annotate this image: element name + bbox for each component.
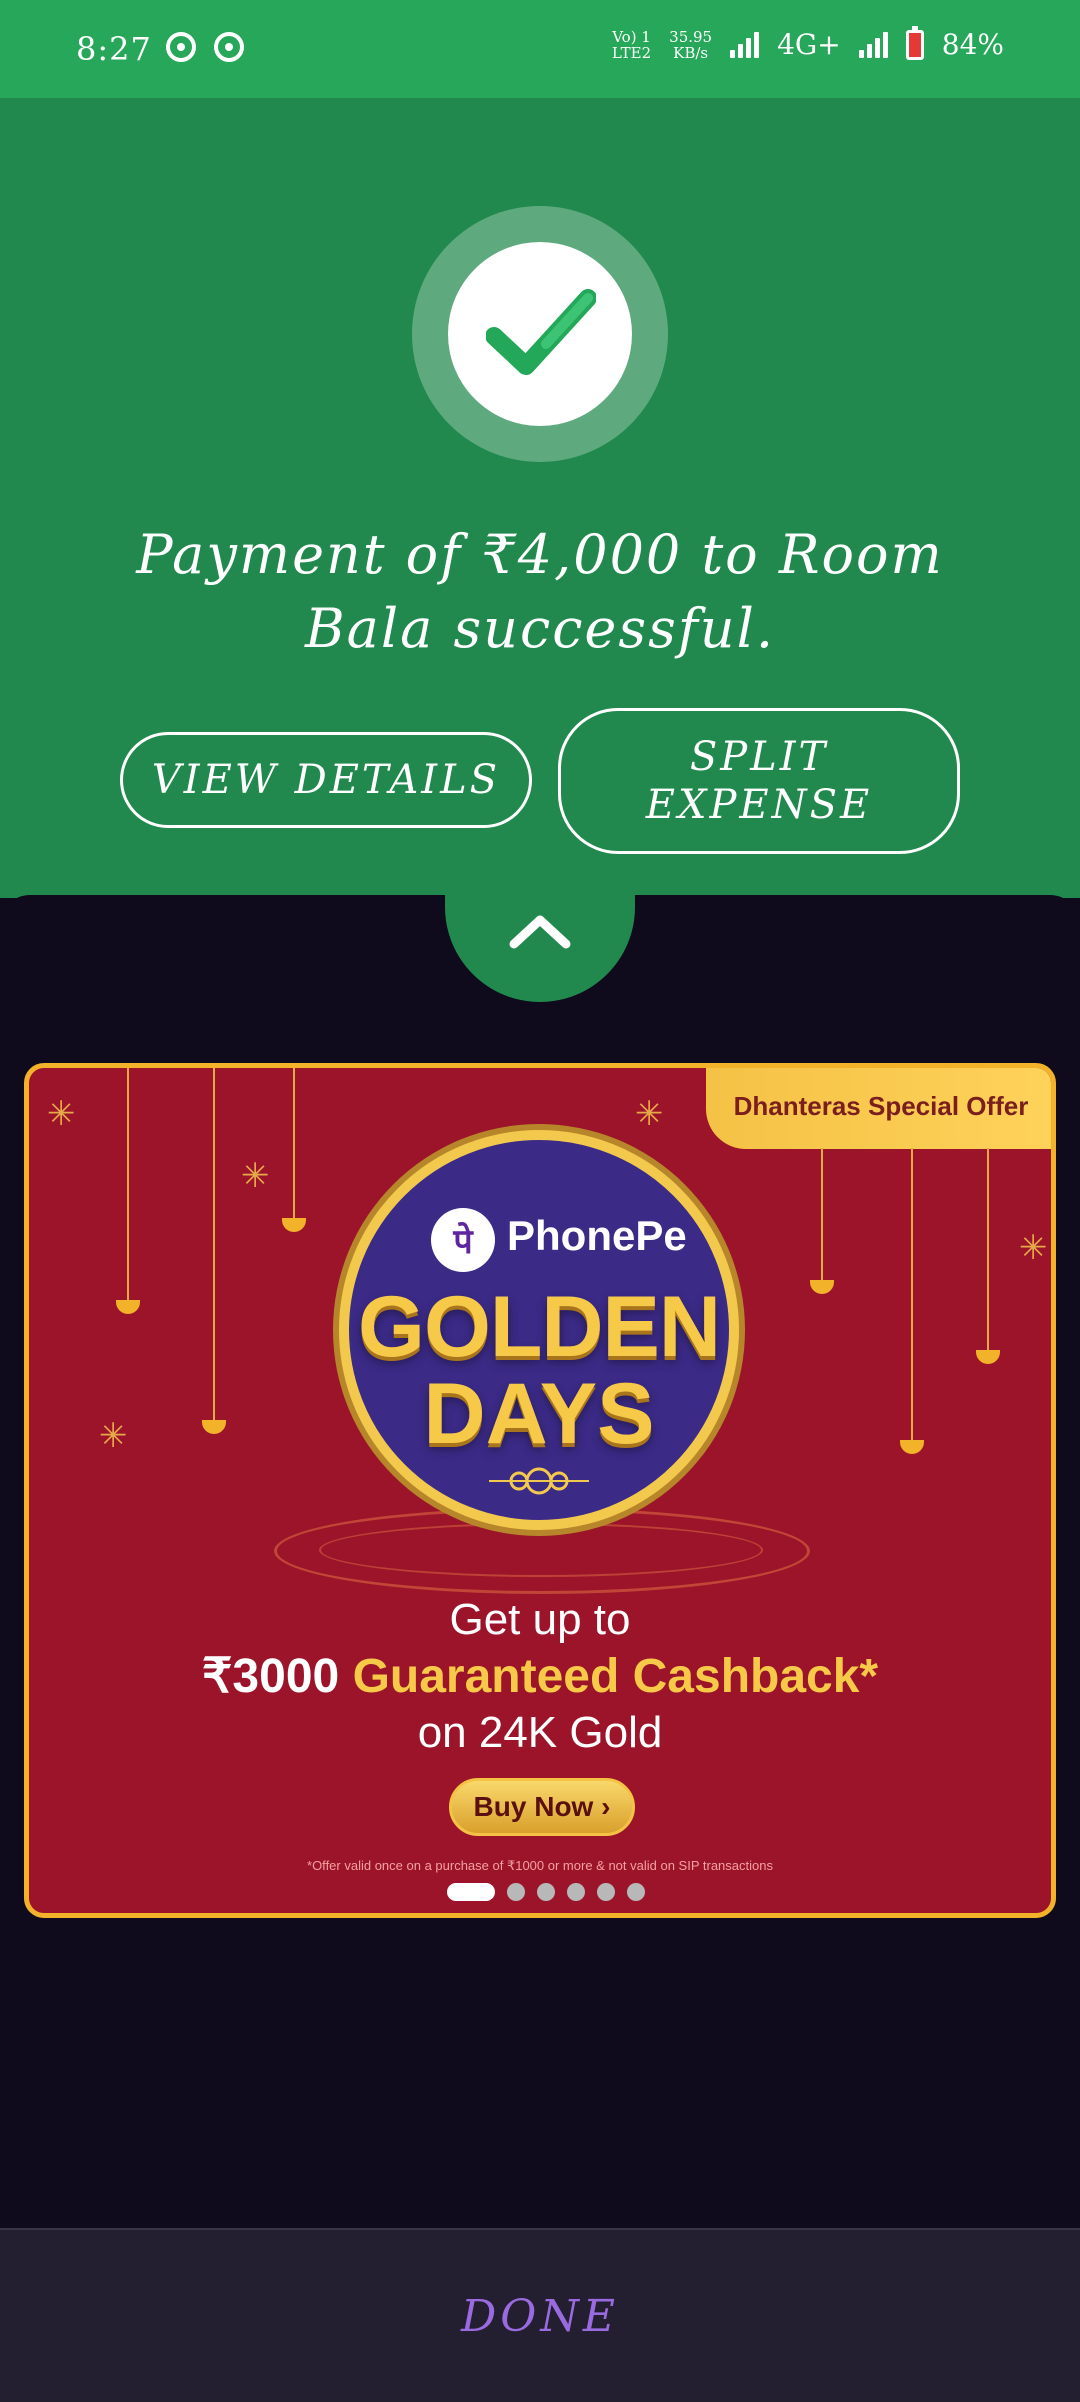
hanging-lamp-decoration <box>282 1068 306 1232</box>
payment-success-section: Payment of ₹4,000 to Room Bala successfu… <box>0 98 1080 898</box>
status-time: 8:27 <box>76 30 152 68</box>
carousel-dot-active[interactable] <box>447 1883 495 1901</box>
promo-title-line1: GOLDEN <box>358 1279 721 1375</box>
carousel-dot[interactable] <box>507 1883 525 1901</box>
signal-icon-2 <box>858 31 888 58</box>
check-circle <box>448 242 632 426</box>
sparkle-icon: ✳ <box>241 1156 270 1196</box>
offer-line-2: ₹3000 Guaranteed Cashback* <box>29 1648 1051 1704</box>
status-bar: 8:27 Vo) 1 LTE2 35.95 KB/s 4G+ 84% <box>0 0 1080 98</box>
network-speed-unit: KB/s <box>673 43 709 62</box>
offer-fine-print: *Offer valid once on a purchase of ₹1000… <box>307 1858 773 1873</box>
checkmark-icon <box>486 289 596 375</box>
buy-now-button[interactable]: Buy Now › <box>449 1778 635 1836</box>
golden-days-medallion: पे PhonePe GOLDEN DAYS <box>339 1130 739 1530</box>
promo-title-line2: DAYS <box>423 1366 655 1462</box>
volte-indicator: Vo) 1 LTE2 <box>611 27 652 62</box>
network-speed: 35.95 KB/s <box>669 29 712 61</box>
view-details-button[interactable]: VIEW DETAILS <box>120 732 532 828</box>
bottom-bar: DONE <box>0 2228 1080 2402</box>
battery-icon <box>905 25 924 60</box>
carousel-dot[interactable] <box>627 1883 645 1901</box>
battery-percent: 84% <box>941 28 1004 61</box>
chrome-notification-icon <box>166 32 196 62</box>
offer-line-1: Get up to <box>449 1595 631 1644</box>
carousel-dot[interactable] <box>537 1883 555 1901</box>
carousel-dot[interactable] <box>567 1883 585 1901</box>
signal-icon <box>730 31 760 58</box>
offer-line-3: on 24K Gold <box>417 1708 663 1757</box>
promo-banner[interactable]: Dhanteras Special Offer ✳ ✳ ✳ ✳ ✳ पे Pho… <box>24 1063 1056 1918</box>
sparkle-icon: ✳ <box>47 1094 76 1134</box>
sparkle-icon: ✳ <box>635 1094 664 1134</box>
hanging-lamp-decoration <box>976 1148 1000 1364</box>
sparkle-icon: ✳ <box>1019 1228 1048 1268</box>
hanging-lamp-decoration <box>202 1068 226 1434</box>
offer-tag: Dhanteras Special Offer <box>706 1068 1051 1149</box>
split-expense-button[interactable]: SPLIT EXPENSE <box>558 708 960 854</box>
mandala-ornament-icon <box>489 1467 589 1495</box>
carousel-indicator <box>447 1883 645 1901</box>
cashback-amount: ₹3000 <box>201 1650 340 1703</box>
done-button[interactable]: DONE <box>0 2230 1080 2402</box>
chevron-up-icon <box>509 915 571 949</box>
hanging-lamp-decoration <box>810 1148 834 1294</box>
network-type: 4G+ <box>777 28 841 61</box>
rangoli-decoration <box>319 1523 763 1577</box>
hanging-lamp-decoration <box>116 1068 140 1314</box>
sparkle-icon: ✳ <box>99 1416 128 1456</box>
carousel-dot[interactable] <box>597 1883 615 1901</box>
phonepe-logo-icon: पे <box>431 1208 495 1272</box>
success-badge <box>412 206 668 462</box>
payment-success-message: Payment of ₹4,000 to Room Bala successfu… <box>136 523 944 660</box>
chrome-notification-icon <box>214 32 244 62</box>
cashback-text: Guaranteed Cashback* <box>352 1650 879 1703</box>
hanging-lamp-decoration <box>900 1148 924 1454</box>
brand-name: PhonePe <box>507 1212 687 1259</box>
